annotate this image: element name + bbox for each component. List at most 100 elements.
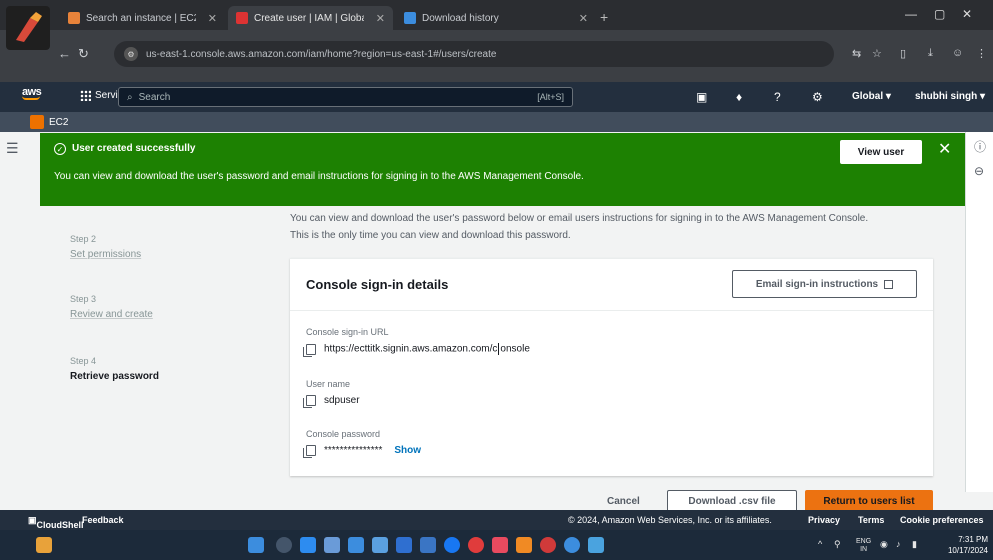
favorites-bar: EC2 <box>0 112 993 132</box>
ec2-favicon-icon <box>68 12 80 24</box>
info-icon[interactable]: ⓘ <box>974 138 986 155</box>
battery-icon[interactable]: ▮ <box>912 539 917 550</box>
privacy-link[interactable]: Privacy <box>808 515 840 525</box>
edge-icon[interactable] <box>348 537 364 553</box>
tray-chevron-icon[interactable]: ^ <box>818 539 822 549</box>
feedback-icon[interactable]: ⊖ <box>974 164 984 178</box>
download-csv-button[interactable]: Download .csv file <box>667 490 797 512</box>
tab-close-icon[interactable]: ✕ <box>579 12 588 25</box>
file-explorer-icon[interactable] <box>372 537 388 553</box>
back-icon[interactable]: ← <box>58 46 71 61</box>
volume-icon[interactable]: ♪ <box>896 539 901 549</box>
copy-icon[interactable] <box>303 395 316 408</box>
tab-ec2[interactable]: Search an instance | EC2 | us-... ✕ <box>60 6 225 30</box>
reload-icon[interactable]: ↻ <box>78 46 89 62</box>
url-field[interactable]: ⚙ us-east-1.console.aws.amazon.com/iam/h… <box>114 41 834 67</box>
copy-icon[interactable] <box>303 343 316 357</box>
extensions-icon[interactable]: ▯ <box>900 47 906 60</box>
store-icon[interactable] <box>396 537 412 553</box>
help-panel-rail: ⓘ ⊖ <box>965 132 993 492</box>
step-number: Step 4 <box>70 356 97 366</box>
windows-start-icon[interactable] <box>248 537 264 553</box>
sign-in-url-value: https://ecttitk.signin.aws.amazon.com/c o… <box>303 343 530 357</box>
tab-close-icon[interactable]: ✕ <box>208 12 217 25</box>
downloads-icon[interactable]: ⤓ <box>928 47 933 60</box>
site-info-icon[interactable]: ⚙ <box>124 47 138 61</box>
password-label: Console password <box>306 429 381 439</box>
flash-close-icon[interactable]: ✕ <box>938 139 951 159</box>
aws-logo-text: aws <box>22 86 42 98</box>
step-label[interactable]: Set permissions <box>70 249 141 260</box>
weather-widget-icon[interactable] <box>36 537 52 553</box>
tab-title: Search an instance | EC2 | us-... <box>86 12 196 24</box>
usb-icon[interactable]: ⚲ <box>834 539 841 550</box>
cloud-app-icon[interactable] <box>516 537 532 553</box>
email-button-label: Email sign-in instructions <box>755 278 879 290</box>
email-sign-in-instructions-button[interactable]: Email sign-in instructions <box>732 270 917 298</box>
sign-in-url-text[interactable]: https://ecttitk.signin.aws.amazon.com/c o… <box>324 343 530 355</box>
translate-icon[interactable]: ⇆ <box>852 47 861 60</box>
tab-close-icon[interactable]: ✕ <box>376 12 385 25</box>
console-search-input[interactable]: ⌕ Search [Alt+S] <box>118 87 573 107</box>
vscode-icon[interactable] <box>588 537 604 553</box>
youtube-icon[interactable] <box>468 537 484 553</box>
username-text: sdpuser <box>324 395 360 406</box>
tab-title: Download history <box>422 12 499 24</box>
account-menu[interactable]: shubhi singh ▾ <box>915 91 985 102</box>
cancel-button[interactable]: Cancel <box>607 496 640 507</box>
grid-icon <box>80 90 91 101</box>
ec2-label: EC2 <box>49 116 69 128</box>
language-indicator[interactable]: ENG IN <box>856 538 871 554</box>
minimize-icon[interactable]: — <box>905 7 917 21</box>
step-label[interactable]: Review and create <box>70 309 153 320</box>
tab-create-user[interactable]: Create user | IAM | Global ✕ <box>228 6 393 30</box>
mail-icon[interactable] <box>420 537 436 553</box>
maximize-icon[interactable]: ▢ <box>934 7 945 21</box>
flash-message: You can view and download the user's pas… <box>54 171 584 182</box>
chrome-icon[interactable] <box>492 537 508 553</box>
side-nav-toggle-icon[interactable]: ☰ <box>6 140 19 157</box>
clock-time: 7:31 PM <box>958 535 988 544</box>
password-value: *************** Show <box>303 445 421 458</box>
teams-icon[interactable] <box>324 537 340 553</box>
aws-console-footer: ▣ CloudShell Feedback © 2024, Amazon Web… <box>0 510 993 530</box>
clock-date: 10/17/2024 <box>947 546 988 555</box>
step-3[interactable]: Step 3 Review and create <box>70 294 153 320</box>
step-number: Step 3 <box>70 294 97 304</box>
cloudshell-icon[interactable]: ▣ <box>696 90 707 104</box>
taskbar-search-icon[interactable] <box>276 537 292 553</box>
menu-icon[interactable]: ⋮ <box>976 47 987 60</box>
flash-title: User created successfully <box>72 143 196 154</box>
copy-icon[interactable] <box>303 445 316 458</box>
cloudshell-link[interactable]: ▣ CloudShell <box>28 515 84 530</box>
region-selector[interactable]: Global ▾ <box>852 91 891 102</box>
help-icon[interactable]: ? <box>774 90 781 104</box>
view-user-button[interactable]: View user <box>840 140 922 164</box>
show-password-link[interactable]: Show <box>394 445 421 456</box>
return-to-users-list-button[interactable]: Return to users list <box>805 490 933 512</box>
settings-gear-icon[interactable]: ⚙ <box>812 90 823 104</box>
tab-title: Create user | IAM | Global <box>254 12 364 24</box>
new-tab-icon[interactable]: + <box>600 9 608 25</box>
browser-address-bar: ← ↻ ⚙ us-east-1.console.aws.amazon.com/i… <box>0 30 993 82</box>
notifications-bell-icon[interactable]: ♦ <box>736 90 742 104</box>
bookmark-star-icon[interactable]: ☆ <box>872 47 882 60</box>
opera-icon[interactable] <box>540 537 556 553</box>
tab-download-history[interactable]: Download history ✕ <box>396 6 596 30</box>
aws-logo[interactable]: aws <box>22 86 42 100</box>
ec2-service-icon <box>30 115 44 129</box>
ec2-favorite[interactable]: EC2 <box>30 115 68 129</box>
system-clock[interactable]: 7:31 PM 10/17/2024 <box>944 534 988 556</box>
cookie-preferences-link[interactable]: Cookie preferences <box>900 515 984 525</box>
intro-text: You can view and download the user's pas… <box>290 210 960 244</box>
window-close-icon[interactable]: ✕ <box>962 7 972 21</box>
terms-link[interactable]: Terms <box>858 515 884 525</box>
step-4: Step 4 Retrieve password <box>70 356 159 382</box>
facebook-icon[interactable] <box>444 537 460 553</box>
feedback-link[interactable]: Feedback <box>82 515 124 525</box>
wifi-icon[interactable]: ◉ <box>880 539 888 550</box>
profile-icon[interactable]: ☺ <box>952 47 963 59</box>
vpn-icon[interactable] <box>564 537 580 553</box>
copilot-icon[interactable] <box>300 537 316 553</box>
step-2[interactable]: Step 2 Set permissions <box>70 234 141 260</box>
